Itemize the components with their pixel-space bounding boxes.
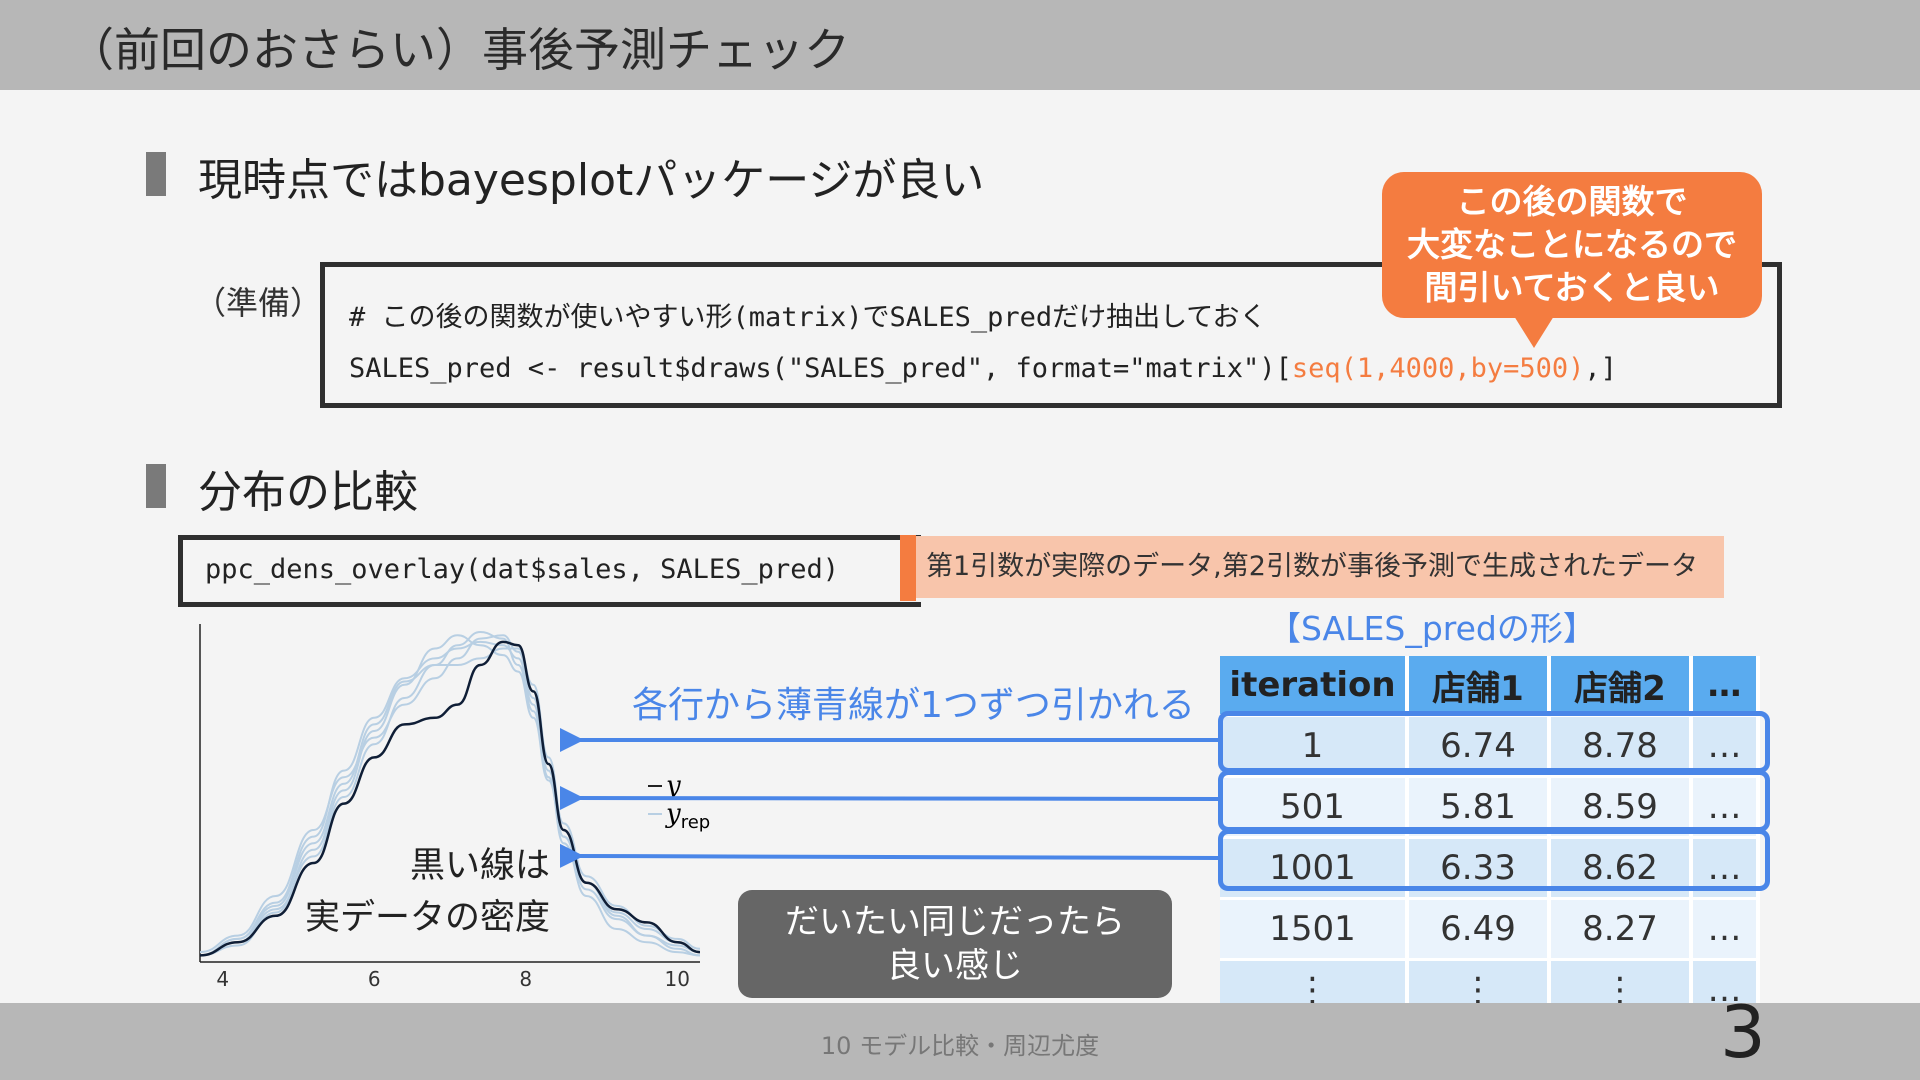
code-line-suffix: ,] [1584,353,1617,384]
header-more: … [1691,656,1760,717]
row-arrows [560,720,1219,870]
header-iteration: iteration [1220,656,1409,717]
code-comment: # この後の関数が使いやすい形(matrix)でSALES_predだけ抽出して… [349,302,1267,333]
bullet-marker [146,152,166,196]
black-line-note: 黒い線は 実データの密度 [250,840,550,944]
code-line-highlight: seq(1,4000,by=500) [1291,353,1585,384]
page-number: 3 [1720,990,1766,1074]
arrow-row-2 [560,777,1219,818]
section-heading-1: 現時点ではbayesplotパッケージが良い [198,155,985,206]
x-tick-label: 4 [216,967,229,991]
table-cell: 8.27 [1549,898,1693,961]
callout-tail [1514,316,1554,348]
row-highlight-2 [1218,770,1770,832]
prep-label: （準備） [194,284,323,322]
code-block-ppc: ppc_dens_overlay(dat$sales, SALES_pred) [178,535,921,607]
callout-line: この後の関数で [1456,182,1688,221]
callout-bubble: この後の関数で 大変なことになるので 間引いておくと良い [1382,172,1762,318]
x-tick-label: 6 [368,967,381,991]
shape-title: 【SALES_predの形】 [1268,609,1596,648]
black-note-line: 黒い線は [409,846,550,886]
table-cell: 6.49 [1407,898,1551,961]
callout-line: 大変なことになるので [1407,225,1737,264]
table-header-row: iteration 店舗1 店舗2 … [1220,656,1760,717]
table-row: 1501 6.49 8.27… [1220,898,1760,961]
slide-title: （前回のおさらい）事後予測チェック [68,23,850,77]
row-highlight-3 [1218,829,1770,891]
summary-box: だいたい同じだったら 良い感じ [738,890,1172,998]
orange-accent [900,535,916,601]
table-cell: 1501 [1220,898,1409,961]
x-tick-label: 8 [519,967,532,991]
footer-text: 10 モデル比較・周辺尤度 [820,1032,1100,1060]
x-tick-label: 10 [665,967,690,991]
arrow-row-3 [560,835,1219,870]
row-highlight-1 [1218,711,1770,773]
table-cell: … [1691,898,1760,961]
argument-note: 第1引数が実際のデータ,第2引数が事後予測で生成されたデータ [916,536,1724,598]
black-note-line: 実データの密度 [304,898,550,938]
code-line: SALES_pred <- result$draws("SALES_pred",… [349,353,1617,384]
callout-line: 間引いておくと良い [1424,268,1720,307]
bullet-marker [146,464,166,508]
ppc-code: ppc_dens_overlay(dat$sales, SALES_pred) [205,554,839,585]
summary-line: 良い感じ [887,946,1023,986]
code-line-prefix: SALES_pred <- result$draws("SALES_pred",… [349,353,1292,384]
section-heading-2: 分布の比較 [198,467,418,518]
header-store2: 店舗2 [1549,656,1693,717]
header-store1: 店舗1 [1407,656,1551,717]
summary-line: だいたい同じだったら [785,902,1125,942]
